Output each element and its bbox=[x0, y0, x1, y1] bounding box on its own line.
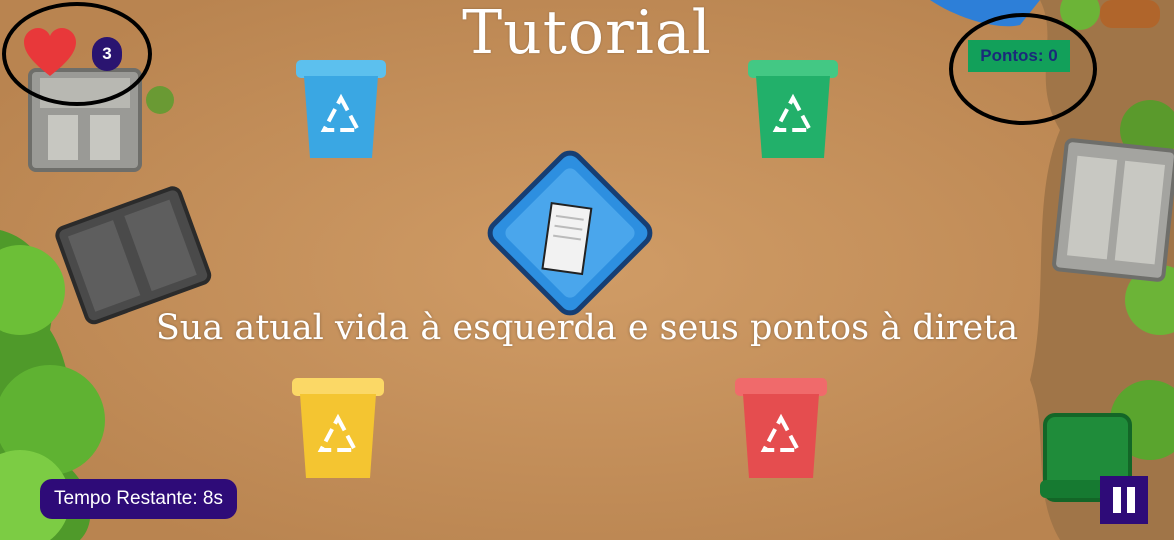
newspaper-icon bbox=[541, 201, 593, 276]
green-bin[interactable] bbox=[748, 58, 840, 160]
timer-label: Tempo Restante: 8s bbox=[40, 479, 237, 519]
blue-bin[interactable] bbox=[296, 58, 388, 160]
falling-item[interactable] bbox=[475, 148, 665, 318]
grey-dumpster-left bbox=[28, 68, 142, 172]
grey-dumpster-right bbox=[1052, 138, 1174, 282]
heart-icon bbox=[24, 28, 76, 76]
points-label: Pontos: 0 bbox=[968, 40, 1070, 72]
lives-count: 3 bbox=[92, 37, 122, 71]
yellow-bin[interactable] bbox=[292, 376, 386, 480]
red-bin[interactable] bbox=[735, 376, 829, 480]
game-stage: Tutorial Sua atual vida à esquerda e seu… bbox=[0, 0, 1174, 540]
pause-button[interactable] bbox=[1100, 476, 1148, 524]
